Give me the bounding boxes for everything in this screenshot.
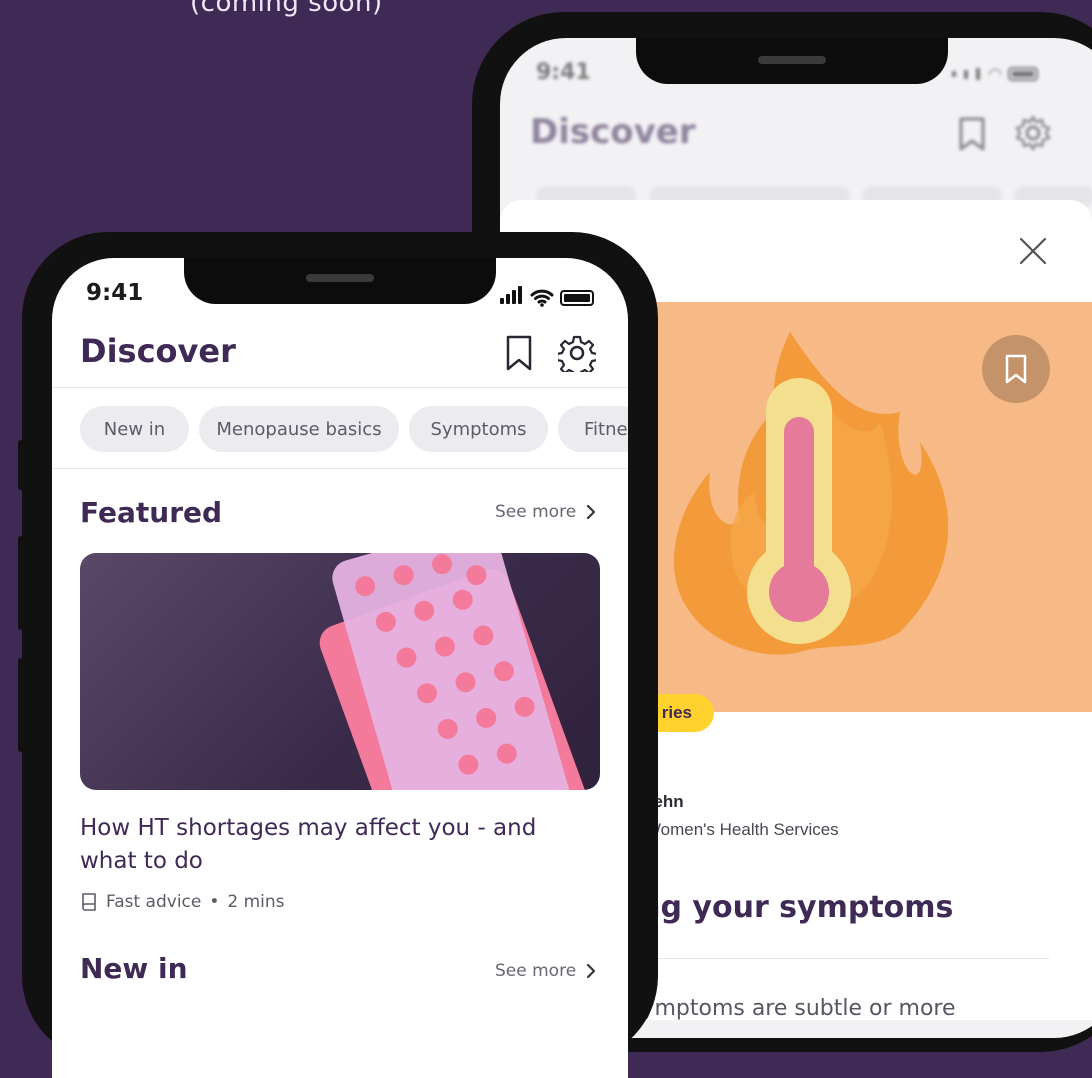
gear-icon[interactable] [558, 334, 596, 372]
chip-row: New in Menopause basics Symptoms Fitnes [52, 400, 628, 460]
chip-symptoms[interactable]: Symptoms [409, 406, 548, 452]
battery-icon [560, 289, 594, 306]
meta-separator: • [209, 892, 220, 912]
header-divider [52, 387, 628, 388]
coming-soon-caption: (coming soon) [190, 0, 383, 18]
wifi-icon [530, 289, 554, 307]
new-in-see-more-link[interactable]: See more [495, 961, 596, 981]
chip-fitness[interactable]: Fitnes [558, 406, 628, 452]
back-gear-icon[interactable] [1014, 114, 1052, 152]
status-time: 9:41 [86, 280, 144, 306]
page-title: Discover [80, 332, 236, 370]
front-side-button-1 [18, 440, 24, 490]
back-page-title: Discover [530, 112, 696, 152]
wifi-icon: ◠ [988, 66, 1002, 83]
chip-new-in[interactable]: New in [80, 406, 189, 452]
bookmark-icon[interactable] [504, 334, 534, 372]
chip-menopause-basics[interactable]: Menopause basics [199, 406, 399, 452]
see-more-label: See more [495, 502, 577, 522]
chevron-right-icon [587, 963, 596, 979]
bookmark-icon [1005, 354, 1027, 384]
new-in-heading: New in [80, 952, 188, 985]
close-icon[interactable] [1018, 236, 1048, 266]
signal-icon [500, 286, 524, 309]
see-more-label: See more [495, 961, 577, 981]
back-status-time: 9:41 [536, 60, 591, 85]
featured-article-title[interactable]: How HT shortages may affect you - and wh… [80, 812, 600, 878]
book-icon [82, 893, 96, 911]
front-side-button-3 [18, 658, 24, 752]
featured-see-more-link[interactable]: See more [495, 502, 596, 522]
article-duration: 2 mins [227, 892, 285, 912]
featured-article-image[interactable] [80, 553, 600, 790]
back-phone-speaker [758, 56, 826, 64]
featured-heading: Featured [80, 496, 223, 529]
back-status-icons: ◠ [952, 64, 1038, 84]
article-meta: Fast advice • 2 mins [80, 892, 285, 912]
status-icons [500, 286, 594, 309]
article-type: Fast advice [106, 892, 202, 912]
front-side-button-2 [18, 536, 24, 630]
front-phone-speaker [306, 274, 374, 282]
battery-icon [1007, 67, 1038, 81]
chevron-right-icon [587, 504, 596, 520]
pill-pack-illustration [319, 553, 600, 790]
chips-divider [52, 468, 628, 469]
hero-bookmark-button[interactable] [982, 335, 1050, 403]
signal-icon [952, 71, 956, 77]
back-bookmark-icon[interactable] [956, 116, 988, 152]
